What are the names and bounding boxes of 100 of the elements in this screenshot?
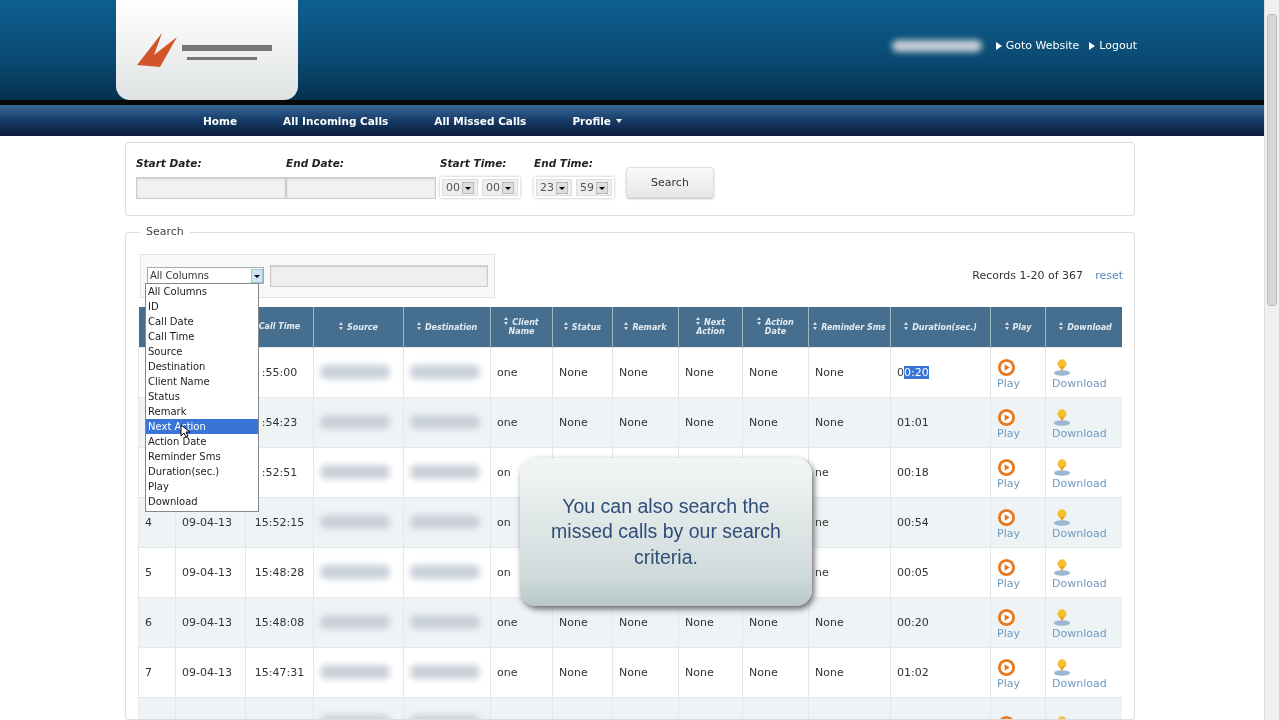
- column-header[interactable]: Destination: [403, 307, 491, 347]
- nav-link[interactable]: All Incoming Calls: [283, 114, 389, 127]
- play-link[interactable]: Play: [997, 677, 1039, 690]
- table-cell: None: [808, 647, 891, 697]
- download-icon[interactable]: [1052, 358, 1072, 377]
- table-cell: None: [808, 347, 891, 397]
- play-icon[interactable]: [997, 508, 1016, 527]
- play-link[interactable]: Play: [997, 477, 1039, 490]
- time-select[interactable]: 00: [482, 179, 518, 196]
- table-cell: None: [742, 347, 809, 397]
- dropdown-arrow-icon[interactable]: [596, 181, 608, 194]
- column-header[interactable]: Client Name: [490, 307, 553, 347]
- column-header[interactable]: Remark: [612, 307, 679, 347]
- play-icon[interactable]: [997, 358, 1016, 377]
- play-icon[interactable]: [997, 608, 1016, 627]
- header-link[interactable]: Goto Website: [995, 39, 1080, 52]
- search-button[interactable]: Search: [626, 167, 714, 198]
- download-link[interactable]: Download: [1052, 427, 1119, 440]
- table-cell: 01:01: [890, 397, 991, 447]
- table-cell: 15:47:31: [245, 647, 314, 697]
- scrollbar[interactable]: [1264, 0, 1279, 720]
- table-cell: None: [612, 347, 679, 397]
- table-cell: 00:20: [890, 347, 991, 397]
- table-cell: None: [552, 647, 613, 697]
- table-cell: one: [490, 347, 553, 397]
- table-cell: 6: [138, 597, 176, 647]
- field-label: End Date:: [286, 157, 345, 169]
- download-icon[interactable]: [1052, 608, 1072, 627]
- download-link[interactable]: Download: [1052, 477, 1119, 490]
- records-count: Records 1-20 of 367: [972, 269, 1084, 282]
- play-link[interactable]: Play: [997, 527, 1039, 540]
- table-cell: 15:48:28: [245, 547, 314, 597]
- time-select[interactable]: 00: [442, 179, 478, 196]
- download-icon[interactable]: [1052, 408, 1072, 427]
- table-cell: 09-04-13: [175, 597, 246, 647]
- play-link[interactable]: Play: [997, 427, 1039, 440]
- column-header[interactable]: Reminder Sms: [808, 307, 891, 347]
- dropdown-arrow-icon[interactable]: [462, 181, 474, 194]
- download-link[interactable]: Download: [1052, 577, 1119, 590]
- table-cell: None: [808, 397, 891, 447]
- table-cell: 09-04-13: [175, 647, 246, 697]
- date-field[interactable]: [286, 177, 436, 199]
- download-icon[interactable]: [1052, 458, 1072, 477]
- tooltip-text: You can also search the missed calls by our search criteria.: [550, 494, 782, 570]
- table-cell: None: [678, 397, 743, 447]
- table-cell: 00:20: [890, 597, 991, 647]
- column-header[interactable]: Play: [990, 307, 1046, 347]
- download-link[interactable]: Download: [1052, 677, 1119, 690]
- download-icon[interactable]: [1052, 558, 1072, 577]
- play-link[interactable]: Play: [997, 577, 1039, 590]
- table-cell: None: [808, 597, 891, 647]
- table-cell: None: [552, 347, 613, 397]
- column-header[interactable]: Source: [313, 307, 404, 347]
- table-cell: None: [742, 397, 809, 447]
- play-icon[interactable]: [997, 658, 1016, 677]
- date-field[interactable]: [136, 177, 286, 199]
- play-icon[interactable]: [997, 458, 1016, 477]
- field-label: Start Date:: [136, 157, 203, 169]
- table-cell: 01:02: [890, 647, 991, 697]
- table-cell: None: [678, 647, 743, 697]
- column-header[interactable]: Download: [1045, 307, 1122, 347]
- download-icon[interactable]: [1052, 658, 1072, 677]
- time-select[interactable]: 23: [536, 179, 572, 196]
- fieldset-legend: Search: [140, 225, 190, 238]
- reset-link[interactable]: reset: [1095, 269, 1123, 282]
- play-link[interactable]: Play: [997, 627, 1039, 640]
- triangle-icon: [1089, 41, 1096, 50]
- table-cell: None: [612, 397, 679, 447]
- play-link[interactable]: Play: [997, 377, 1039, 390]
- table-cell: 15:48:08: [245, 597, 314, 647]
- dropdown-arrow-icon[interactable]: [250, 268, 263, 283]
- download-link[interactable]: Download: [1052, 627, 1119, 640]
- download-icon[interactable]: [1052, 508, 1072, 527]
- table-cell: None: [612, 647, 679, 697]
- triangle-icon: [995, 41, 1002, 50]
- column-header[interactable]: Action Date: [742, 307, 809, 347]
- nav-link[interactable]: All Missed Calls: [434, 114, 527, 127]
- play-icon[interactable]: [997, 408, 1016, 427]
- dropdown-arrow-icon[interactable]: [502, 181, 514, 194]
- table-cell: 00:18: [890, 447, 991, 497]
- header-link[interactable]: Logout: [1089, 39, 1137, 52]
- download-link[interactable]: Download: [1052, 377, 1119, 390]
- search-input[interactable]: [269, 264, 488, 287]
- play-icon[interactable]: [997, 558, 1016, 577]
- table-cell: 7: [138, 647, 176, 697]
- field-label: End Time:: [534, 157, 594, 169]
- nav-link[interactable]: Profile: [572, 114, 622, 127]
- table-cell: None: [552, 397, 613, 447]
- download-link[interactable]: Download: [1052, 527, 1119, 540]
- column-header[interactable]: Next Action: [678, 307, 743, 347]
- table-cell: 5: [138, 547, 176, 597]
- dropdown-arrow-icon[interactable]: [556, 181, 568, 194]
- column-header[interactable]: Duration(sec.): [890, 307, 991, 347]
- table-cell: one: [490, 647, 553, 697]
- nav-link[interactable]: Home: [203, 114, 238, 127]
- time-select[interactable]: 59: [576, 179, 612, 196]
- table-cell: 00:05: [890, 547, 991, 597]
- table-cell: None: [678, 347, 743, 397]
- dropdown-option[interactable]: All Columns: [146, 284, 258, 299]
- column-header[interactable]: Status: [552, 307, 613, 347]
